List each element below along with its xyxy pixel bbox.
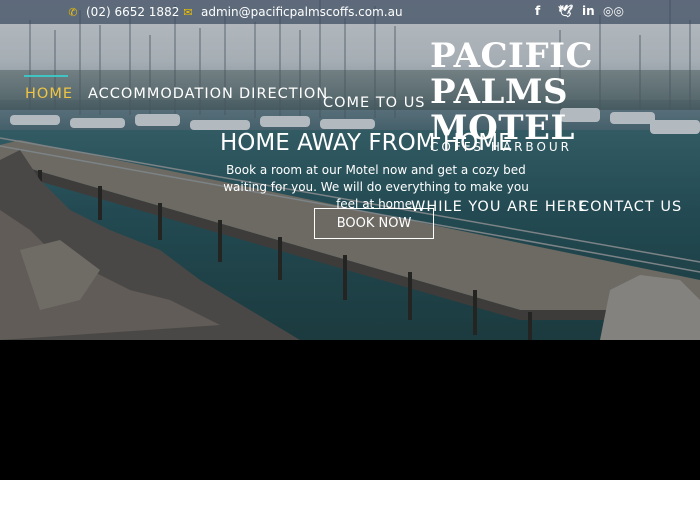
linkedin-icon[interactable]: in xyxy=(582,4,595,18)
nav-accommodation[interactable]: ACCOMMODATION xyxy=(88,86,234,102)
content-area-black xyxy=(0,340,700,480)
phone-contact[interactable]: ✆ (02) 6652 1882 xyxy=(66,4,179,20)
facebook-icon[interactable]: f xyxy=(535,4,540,18)
tripadvisor-icon[interactable]: ◎◎ xyxy=(603,4,624,18)
nav-contact-us[interactable]: CONTACT US xyxy=(579,199,682,215)
nav-direction[interactable]: DIRECTION xyxy=(239,86,328,102)
envelope-icon: ✉ xyxy=(183,5,193,19)
footer-area xyxy=(0,480,700,525)
hero-title: HOME AWAY FROM HOME xyxy=(220,130,513,156)
active-nav-indicator xyxy=(24,75,68,77)
logo-line-1: PACIFIC xyxy=(430,36,594,76)
phone-number[interactable]: (02) 6652 1882 xyxy=(86,5,179,19)
phone-icon: ✆ xyxy=(68,5,78,19)
logo-line-2: PALMS xyxy=(430,72,569,112)
top-contact-bar: ✆ (02) 6652 1882 ✉ admin@pacificpalmscof… xyxy=(0,0,700,24)
nav-home[interactable]: HOME xyxy=(25,86,73,102)
hero-description: Book a room at our Motel now and get a c… xyxy=(223,163,529,211)
twitter-icon[interactable]: 🕊 xyxy=(558,4,573,18)
email-contact[interactable]: ✉ admin@pacificpalmscoffs.com.au xyxy=(181,4,403,20)
book-now-button[interactable]: BOOK NOW xyxy=(314,208,434,239)
nav-come-to-us[interactable]: COME TO US xyxy=(323,95,426,111)
email-address[interactable]: admin@pacificpalmscoffs.com.au xyxy=(201,5,403,19)
